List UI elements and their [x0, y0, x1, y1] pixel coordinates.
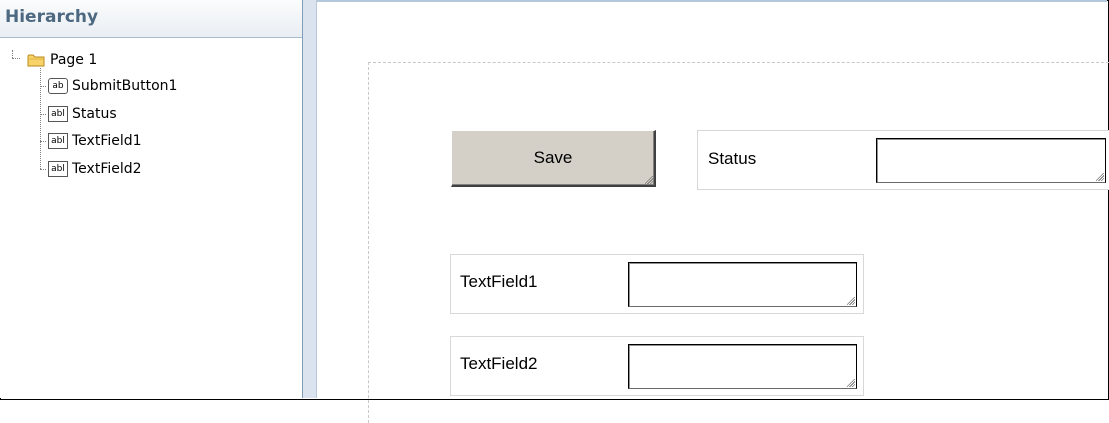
- design-canvas: Save Status TextField1 TextField2: [317, 0, 1109, 423]
- tree-connector: [40, 141, 46, 142]
- tree-connector: [12, 58, 20, 59]
- resize-grip-icon[interactable]: [847, 379, 855, 387]
- textfield1-input[interactable]: [628, 262, 857, 307]
- textfield2-input[interactable]: [628, 344, 857, 389]
- tree-connector: [40, 68, 41, 169]
- textfield-control-icon: abl: [48, 161, 68, 177]
- tree-connector: [12, 50, 13, 58]
- button-control-icon: ab: [48, 78, 68, 94]
- hierarchy-header: Hierarchy: [0, 0, 302, 38]
- hierarchy-title: Hierarchy: [5, 7, 99, 27]
- hierarchy-tree: Page 1 ab SubmitButton1 abl Status abl T…: [0, 38, 300, 398]
- status-field-container[interactable]: Status: [697, 130, 1109, 190]
- textfield2-container[interactable]: TextField2: [450, 336, 864, 396]
- folder-icon: [27, 54, 45, 67]
- tree-node-label: TextField2: [72, 161, 142, 177]
- tree-node-label: Page 1: [50, 52, 98, 68]
- resize-grip-icon[interactable]: [1096, 173, 1104, 181]
- hierarchy-panel: Hierarchy Page 1 ab SubmitButton1 abl St…: [0, 0, 303, 398]
- textfield2-label: TextField2: [460, 354, 538, 373]
- tree-connector: [40, 169, 46, 170]
- tree-node-label: Status: [72, 106, 117, 122]
- textfield1-container[interactable]: TextField1: [450, 254, 864, 314]
- tree-connector: [40, 114, 46, 115]
- resize-grip-icon[interactable]: [645, 176, 653, 184]
- status-input[interactable]: [876, 138, 1106, 183]
- textfield-control-icon: abl: [48, 133, 68, 149]
- panel-splitter[interactable]: [303, 0, 317, 398]
- save-button-label: Save: [533, 148, 573, 167]
- textfield1-label: TextField1: [460, 272, 538, 291]
- tree-connector: [40, 86, 46, 87]
- textfield-control-icon: abl: [48, 106, 68, 122]
- save-button[interactable]: Save: [451, 130, 656, 187]
- resize-grip-icon[interactable]: [847, 297, 855, 305]
- tree-node-label: SubmitButton1: [72, 78, 178, 94]
- tree-node-label: TextField1: [72, 133, 142, 149]
- status-field-label: Status: [708, 149, 757, 168]
